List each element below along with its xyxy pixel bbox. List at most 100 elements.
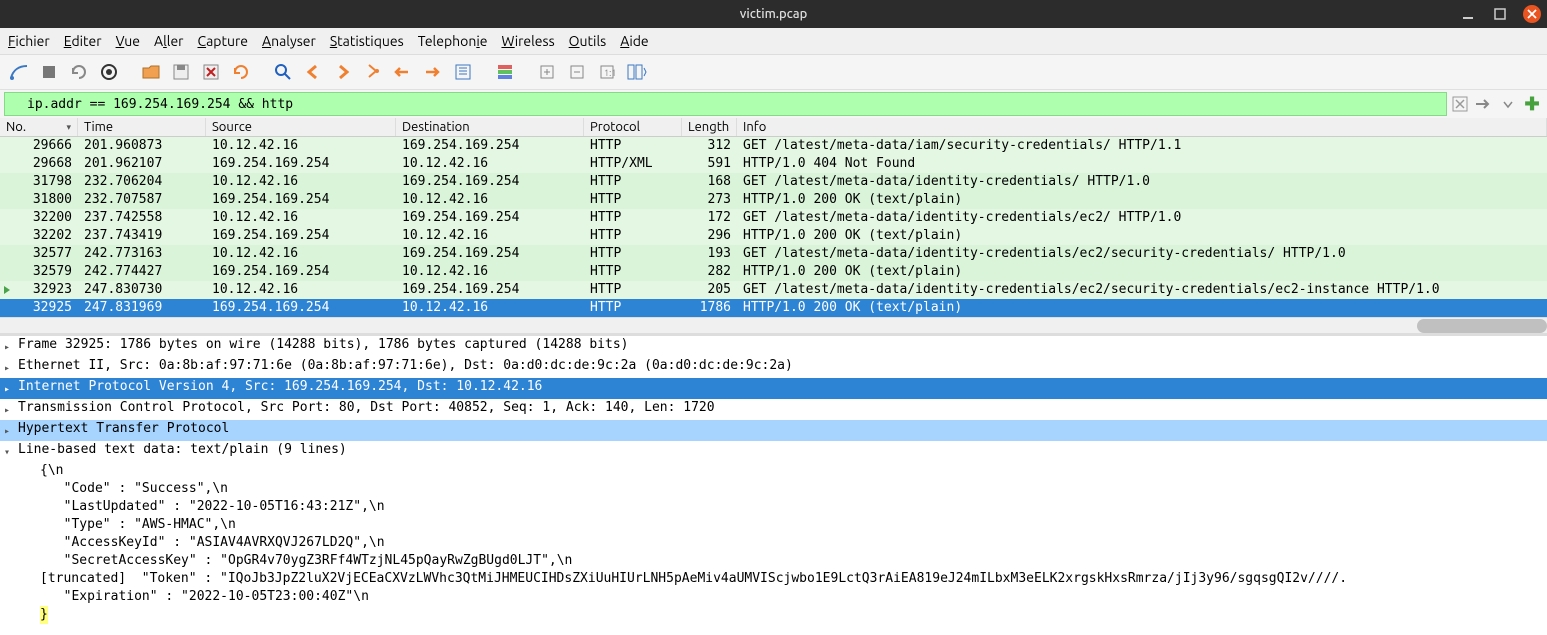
menu-aller[interactable]: Aller	[154, 33, 183, 49]
filter-recent-button[interactable]	[1497, 93, 1519, 115]
detail-frame[interactable]: ▸Frame 32925: 1786 bytes on wire (14288 …	[0, 336, 1547, 357]
detail-ethernet[interactable]: ▸Ethernet II, Src: 0a:8b:af:97:71:6e (0a…	[0, 357, 1547, 378]
zoom-in-button[interactable]	[534, 59, 560, 85]
packet-row[interactable]: 32200237.74255810.12.42.16169.254.169.25…	[0, 209, 1547, 227]
packet-row[interactable]: 29668201.962107169.254.169.25410.12.42.1…	[0, 155, 1547, 173]
save-file-button[interactable]	[168, 59, 194, 85]
menu-capture[interactable]: Capture	[197, 33, 248, 49]
packet-cell: HTTP/XML	[584, 155, 682, 173]
body-lastupdated[interactable]: "LastUpdated" : "2022-10-05T16:43:21Z",\…	[0, 498, 1547, 516]
close-file-button[interactable]	[198, 59, 224, 85]
body-expiration[interactable]: "Expiration" : "2022-10-05T23:00:40Z"\n	[0, 588, 1547, 606]
packet-cell: 201.960873	[78, 137, 206, 155]
window-title: victim.pcap	[740, 7, 808, 21]
packet-list-header[interactable]: No.▾ Time Source Destination Protocol Le…	[0, 118, 1547, 137]
packet-cell: 237.743419	[78, 227, 206, 245]
zoom-reset-button[interactable]: 1:1	[594, 59, 620, 85]
zoom-out-button[interactable]	[564, 59, 590, 85]
window-minimize-button[interactable]	[1459, 5, 1477, 23]
packet-cell: 169.254.169.254	[396, 209, 584, 227]
packet-cell: 169.254.169.254	[206, 299, 396, 317]
packet-cell: 237.742558	[78, 209, 206, 227]
packet-cell: 169.254.169.254	[396, 281, 584, 299]
find-packet-button[interactable]	[270, 59, 296, 85]
go-next-button[interactable]	[330, 59, 356, 85]
packet-cell: 169.254.169.254	[206, 227, 396, 245]
body-secretaccesskey[interactable]: "SecretAccessKey" : "OpGR4v70ygZ3RFf4WTz…	[0, 552, 1547, 570]
menu-fichier[interactable]: Fichier	[8, 33, 50, 49]
packet-cell: 273	[682, 191, 737, 209]
filter-add-button[interactable]: ✚	[1521, 93, 1543, 115]
menubar: Fichier Editer Vue Aller Capture Analyse…	[0, 28, 1547, 55]
packet-cell: HTTP	[584, 299, 682, 317]
reload-file-button[interactable]	[228, 59, 254, 85]
window-close-button[interactable]	[1523, 5, 1541, 23]
packet-row[interactable]: 31798232.70620410.12.42.16169.254.169.25…	[0, 173, 1547, 191]
filter-clear-button[interactable]	[1449, 93, 1471, 115]
packet-row[interactable]: 32925247.831969169.254.169.25410.12.42.1…	[0, 299, 1547, 317]
go-to-packet-button[interactable]	[360, 59, 386, 85]
body-type[interactable]: "Type" : "AWS-HMAC",\n	[0, 516, 1547, 534]
column-protocol[interactable]: Protocol	[584, 118, 682, 136]
body-token[interactable]: [truncated] "Token" : "IQoJb3JpZ2luX2VjE…	[0, 570, 1547, 588]
packet-cell: 172	[682, 209, 737, 227]
stop-capture-button[interactable]	[36, 59, 62, 85]
menu-telephonie[interactable]: Telephonie	[418, 33, 488, 49]
packet-cell: 10.12.42.16	[396, 227, 584, 245]
menu-aide[interactable]: Aide	[620, 33, 648, 49]
menu-vue[interactable]: Vue	[116, 33, 140, 49]
packet-row[interactable]: 32923247.83073010.12.42.16169.254.169.25…	[0, 281, 1547, 299]
display-filter-input[interactable]	[4, 92, 1447, 116]
open-file-button[interactable]	[138, 59, 164, 85]
column-time[interactable]: Time	[78, 118, 206, 136]
packet-cell: 32579	[0, 263, 78, 281]
packet-row[interactable]: 32202237.743419169.254.169.25410.12.42.1…	[0, 227, 1547, 245]
packet-details-pane: ▸Frame 32925: 1786 bytes on wire (14288 …	[0, 333, 1547, 635]
menu-wireless[interactable]: Wireless	[501, 33, 554, 49]
packet-cell: HTTP	[584, 209, 682, 227]
capture-options-button[interactable]	[96, 59, 122, 85]
go-first-button[interactable]	[390, 59, 416, 85]
menu-statistiques[interactable]: Statistiques	[330, 33, 404, 49]
packet-cell: 32925	[0, 299, 78, 317]
window-maximize-button[interactable]	[1491, 5, 1509, 23]
restart-capture-button[interactable]	[66, 59, 92, 85]
detail-ip[interactable]: ▸Internet Protocol Version 4, Src: 169.2…	[0, 378, 1547, 399]
packet-cell: 282	[682, 263, 737, 281]
packet-cell: 247.830730	[78, 281, 206, 299]
detail-tcp[interactable]: ▸Transmission Control Protocol, Src Port…	[0, 399, 1547, 420]
packet-cell: GET /latest/meta-data/identity-credentia…	[737, 245, 1547, 263]
packet-cell: 10.12.42.16	[396, 299, 584, 317]
packet-cell: HTTP	[584, 263, 682, 281]
go-prev-button[interactable]	[300, 59, 326, 85]
body-code[interactable]: "Code" : "Success",\n	[0, 480, 1547, 498]
packet-cell: 169.254.169.254	[206, 191, 396, 209]
body-accesskeyid[interactable]: "AccessKeyId" : "ASIAV4AVRXQVJ267LD2Q",\…	[0, 534, 1547, 552]
column-destination[interactable]: Destination	[396, 118, 584, 136]
packet-row[interactable]: 32579242.774427169.254.169.25410.12.42.1…	[0, 263, 1547, 281]
resize-columns-button[interactable]	[624, 59, 650, 85]
menu-outils[interactable]: Outils	[569, 33, 607, 49]
packet-row[interactable]: 31800232.707587169.254.169.25410.12.42.1…	[0, 191, 1547, 209]
start-capture-button[interactable]	[6, 59, 32, 85]
menu-analyser[interactable]: Analyser	[262, 33, 316, 49]
menu-fichier-label: ichier	[15, 33, 49, 49]
packet-row[interactable]: 29666201.96087310.12.42.16169.254.169.25…	[0, 137, 1547, 155]
autoscroll-button[interactable]	[450, 59, 476, 85]
column-source[interactable]: Source	[206, 118, 396, 136]
detail-http[interactable]: ▸Hypertext Transfer Protocol	[0, 420, 1547, 441]
column-info[interactable]: Info	[737, 118, 1547, 136]
packet-cell: 247.831969	[78, 299, 206, 317]
body-open[interactable]: {\n	[0, 462, 1547, 480]
menu-editer[interactable]: Editer	[64, 33, 102, 49]
colorize-button[interactable]	[492, 59, 518, 85]
go-last-button[interactable]	[420, 59, 446, 85]
packet-row[interactable]: 32577242.77316310.12.42.16169.254.169.25…	[0, 245, 1547, 263]
column-no[interactable]: No.▾	[0, 118, 78, 136]
packet-list-hscrollbar[interactable]	[0, 317, 1547, 333]
filter-apply-button[interactable]	[1473, 93, 1495, 115]
detail-lbtd[interactable]: ▾Line-based text data: text/plain (9 lin…	[0, 441, 1547, 462]
body-close[interactable]: }	[0, 606, 1547, 624]
packet-cell: 296	[682, 227, 737, 245]
column-length[interactable]: Length	[682, 118, 737, 136]
